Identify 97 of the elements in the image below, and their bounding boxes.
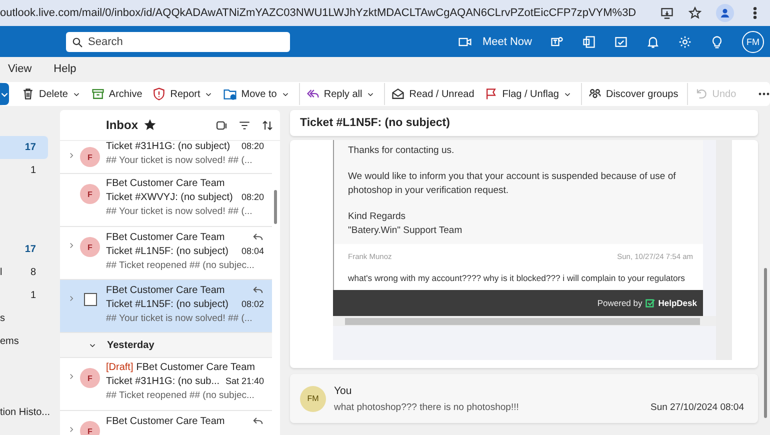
reply-icon — [252, 231, 264, 243]
sender-name: FBet Customer Care Team — [106, 178, 225, 189]
menu-tab[interactable]: Help — [54, 63, 76, 75]
user-avatar[interactable]: FM — [742, 30, 764, 52]
team-app-icon — [550, 34, 564, 48]
settings-icon — [678, 34, 692, 48]
search-icon — [72, 36, 83, 48]
office-app-icon — [582, 34, 596, 48]
message-preview: ## Your ticket is now solved! ## (... — [106, 206, 254, 217]
avatar: FM — [300, 386, 326, 412]
powered-by-text: Powered by — [597, 298, 642, 308]
sender-name: FBet Customer Care Team — [136, 362, 255, 373]
message-time: Sat 21:40 — [225, 376, 264, 387]
message-time: 08:20 — [241, 192, 264, 203]
toolbar-button[interactable]: Read / Unread — [384, 83, 478, 105]
shield-icon — [152, 87, 166, 101]
folder-item[interactable]: s — [0, 307, 48, 330]
search-field[interactable]: Search — [66, 32, 290, 52]
scrollbar-thumb[interactable] — [274, 190, 277, 224]
toolbar-button[interactable]: Archive — [86, 83, 146, 105]
message-preview: ## Ticket reopened ## (no subjec... — [106, 260, 256, 271]
message-item[interactable]: F FBet Customer Care Team — [60, 411, 272, 435]
horizontal-scrollbar-thumb[interactable] — [345, 318, 700, 324]
star-icon — [144, 119, 156, 131]
message-item[interactable]: F [Draft] FBet Customer Care Team Ticket #31H1G: (no sub... Sat 21:40 ## Ticket reopened ## (no subjec... — [60, 358, 272, 411]
draft-label: [Draft] — [106, 362, 134, 373]
folder-item[interactable]: 1 — [0, 284, 48, 307]
message-time: 08:20 — [241, 141, 264, 152]
reading-pane-subject: Ticket #L1N5F: (no subject) — [300, 117, 450, 129]
email-paragraph: Thanks for contacting us. — [348, 144, 456, 158]
sort-icon — [261, 118, 274, 132]
message-subject: Ticket #31H1G: (no subject) — [106, 141, 230, 152]
avatar: F — [80, 421, 100, 435]
select-icon — [215, 118, 228, 132]
checkbox-logo-icon — [645, 298, 656, 308]
install-app-icon — [660, 6, 674, 20]
profile-icon[interactable] — [716, 4, 734, 22]
avatar: F — [80, 368, 100, 388]
brand-name: HelpDesk — [658, 298, 697, 308]
folder-item[interactable]: 1 — [0, 159, 48, 182]
message-subject: Ticket #L1N5F: (no subject) — [106, 299, 228, 310]
scrollbar-thumb[interactable] — [764, 268, 767, 418]
star-icon — [688, 6, 702, 20]
toolbar-button[interactable]: Move to — [219, 83, 294, 105]
message-subject: Ticket #XWVYJ: (no subject) — [106, 192, 233, 203]
toolbar-button[interactable]: Report — [148, 83, 218, 105]
sender-name: FBet Customer Care Team — [106, 284, 225, 296]
lightbulb-icon — [710, 34, 724, 48]
envelope-icon — [391, 87, 406, 101]
email-paragraph: Kind Regards "Batery.Win" Support Team — [348, 210, 464, 238]
message-time: 08:02 — [241, 299, 264, 310]
undo-icon — [694, 87, 708, 101]
toolbar-button[interactable]: Flag / Unflag — [480, 83, 576, 105]
reply-icon — [252, 284, 264, 296]
folder-item[interactable]: 17 — [0, 136, 48, 159]
trash-icon — [21, 87, 35, 101]
archive-box-icon — [90, 87, 105, 101]
message-preview: ## Your ticket is now solved! ## (... — [106, 155, 254, 166]
folder-item[interactable]: tion Histo... — [0, 401, 48, 424]
filter-icon — [238, 118, 251, 132]
message-preview: what photoshop??? there is no photoshop!!! — [334, 402, 519, 412]
comment-text: what's wrong with my account???? why is it blocked??? i will complain to your regulators — [348, 273, 685, 283]
toolbar-button[interactable]: Delete — [17, 83, 85, 105]
reply-icon — [252, 415, 264, 427]
calendar-check-icon — [614, 34, 628, 48]
sender-name: You — [334, 384, 353, 396]
message-subject: Ticket #L1N5F: (no subject) — [106, 246, 228, 257]
folder-item[interactable]: ems — [0, 330, 48, 353]
sender-name: FBet Customer Care Team — [106, 232, 225, 242]
toolbar-button[interactable]: Reply all — [298, 83, 380, 105]
message-item[interactable]: FBet Customer Care Team Ticket #L1N5F: (no subject) 08:02 ## Your ticket is now solved! ## (... — [60, 280, 272, 333]
message-subject: Ticket #31H1G: (no sub... — [106, 376, 220, 387]
new-mail-dropdown[interactable] — [0, 83, 9, 105]
email-paragraph: We would like to inform you that your account is suspended because of use of photoshop in your verification request. — [348, 170, 677, 198]
folder-icon — [223, 87, 238, 101]
sender-name: FBet Customer Care Team — [106, 416, 225, 426]
bell-icon — [646, 34, 660, 48]
flag-icon — [484, 87, 498, 101]
message-item[interactable]: F FBet Customer Care Team Ticket #XWVYJ: (no subject) 08:20 ## Your ticket is now solved! ## (... — [60, 174, 272, 227]
avatar: F — [80, 147, 100, 167]
avatar: F — [80, 184, 100, 204]
message-preview: ## Ticket reopened ## (no subjec... — [106, 390, 256, 401]
folder-title: Inbox — [106, 118, 138, 132]
toolbar-button[interactable]: Discover groups — [580, 83, 682, 105]
meet-now-link[interactable]: Meet Now — [482, 36, 532, 48]
avatar: F — [80, 237, 100, 257]
folder-item[interactable]: 17 — [0, 238, 48, 261]
message-date: Sun 27/10/2024 08:04 — [650, 402, 744, 412]
group-header: Yesterday — [107, 340, 154, 350]
people-icon — [588, 87, 602, 101]
message-item[interactable]: F Ticket #31H1G: (no subject) 08:20 ## Your ticket is now solved! ## (... — [60, 141, 272, 174]
message-time: 08:04 — [241, 246, 264, 257]
menu-tab[interactable]: View — [8, 63, 32, 75]
message-preview: ## Your ticket is now solved! ## (... — [106, 313, 254, 324]
more-options-icon — [758, 92, 770, 96]
checkbox[interactable] — [84, 293, 97, 306]
folder-item[interactable]: l 8 — [0, 261, 48, 284]
